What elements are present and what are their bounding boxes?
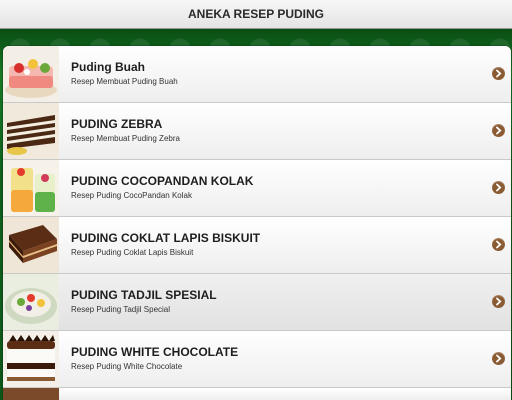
item-subtitle: Resep Puding Tadjil Special <box>71 305 171 314</box>
chevron-right-icon[interactable] <box>492 181 505 194</box>
item-title: PUDING COCOPANDAN KOLAK <box>71 174 254 188</box>
list-item[interactable]: PUDING TADJIL SPESIAL Resep Puding Tadji… <box>3 274 511 331</box>
item-subtitle: Resep Puding Coklat Lapis Biskuit <box>71 248 194 257</box>
list-item[interactable]: Puding Buah Resep Membuat Puding Buah <box>3 46 511 103</box>
chevron-right-icon[interactable] <box>492 67 505 80</box>
chevron-right-icon[interactable] <box>492 124 505 137</box>
zebra-pudding-image <box>3 103 59 159</box>
item-title: PUDING COKLAT LAPIS BISKUIT <box>71 231 261 245</box>
list-item[interactable]: PUDING COKLAT LAPIS BISKUIT Resep Puding… <box>3 217 511 274</box>
item-subtitle: Resep Puding CocoPandan Kolak <box>71 191 192 200</box>
white-chocolate-pudding-image <box>3 331 59 387</box>
tadjil-pudding-image <box>3 274 59 330</box>
chevron-right-icon[interactable] <box>492 295 505 308</box>
item-subtitle: Resep Membuat Puding Zebra <box>71 134 180 143</box>
item-subtitle: Resep Puding White Chocolate <box>71 362 183 371</box>
list-item[interactable]: PUDING COCOPANDAN KOLAK Resep Puding Coc… <box>3 160 511 217</box>
pudding-image <box>3 388 59 400</box>
list-item-partial <box>3 388 511 400</box>
chevron-right-icon[interactable] <box>492 238 505 251</box>
chocolate-biscuit-pudding-image <box>3 217 59 273</box>
recipe-list: Puding Buah Resep Membuat Puding Buah PU… <box>3 46 511 400</box>
item-subtitle: Resep Membuat Puding Buah <box>71 77 178 86</box>
fruit-pudding-image <box>3 46 59 102</box>
item-title: Puding Buah <box>71 60 145 74</box>
chevron-right-icon[interactable] <box>492 352 505 365</box>
cocopandan-pudding-image <box>3 160 59 216</box>
item-title: PUDING TADJIL SPESIAL <box>71 288 217 302</box>
list-item[interactable]: PUDING WHITE CHOCOLATE Resep Puding Whit… <box>3 331 511 388</box>
item-title: PUDING ZEBRA <box>71 117 163 131</box>
app-header: ANEKA RESEP PUDING <box>0 0 512 29</box>
app-title: ANEKA RESEP PUDING <box>187 7 325 21</box>
item-title: PUDING WHITE CHOCOLATE <box>71 345 239 359</box>
list-item[interactable]: PUDING ZEBRA Resep Membuat Puding Zebra <box>3 103 511 160</box>
